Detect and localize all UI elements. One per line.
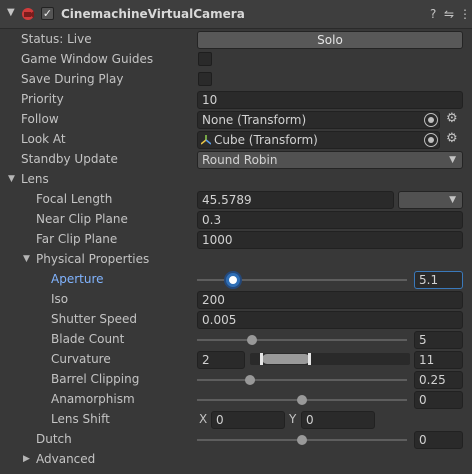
standby-update-value: Round Robin — [202, 153, 278, 167]
near-clip-plane-label: Near Clip Plane — [36, 212, 128, 226]
iso-label: Iso — [51, 292, 69, 306]
focal-length-field[interactable]: 45.5789 — [197, 191, 394, 209]
save-during-play-checkbox[interactable] — [198, 72, 212, 86]
follow-field[interactable]: None (Transform) — [197, 111, 440, 129]
solo-button[interactable]: Solo — [197, 31, 463, 49]
lens-shift-x-field[interactable]: 0 — [211, 411, 285, 429]
curvature-range-bar[interactable] — [262, 354, 310, 364]
iso-field[interactable]: 200 — [197, 291, 463, 309]
standby-update-label: Standby Update — [21, 152, 118, 166]
curvature-max-field[interactable]: 11 — [414, 351, 463, 369]
blade-count-label: Blade Count — [51, 332, 125, 346]
barrel-clipping-slider-track[interactable] — [197, 379, 407, 381]
shutter-speed-label: Shutter Speed — [51, 312, 137, 326]
priority-label: Priority — [21, 92, 64, 106]
anamorphism-label: Anamorphism — [51, 392, 135, 406]
aperture-label: Aperture — [51, 272, 104, 286]
look-at-value: Cube (Transform) — [214, 133, 318, 147]
lens-shift-y-label[interactable]: Y — [289, 411, 296, 427]
barrel-clipping-field[interactable]: 0.25 — [414, 371, 463, 389]
blade-count-field[interactable]: 5 — [414, 331, 463, 349]
lens-shift-label: Lens Shift — [51, 412, 110, 426]
dutch-label: Dutch — [36, 432, 72, 446]
help-icon[interactable]: ? — [430, 7, 436, 21]
anamorphism-field[interactable]: 0 — [414, 391, 463, 409]
aperture-field[interactable]: 5.1 — [414, 271, 463, 289]
gear-icon[interactable]: ⚙ — [446, 112, 458, 126]
chevron-down-icon: ▼ — [449, 155, 456, 165]
advanced-foldout-icon[interactable]: ▶ — [23, 451, 30, 467]
object-picker-icon[interactable] — [424, 133, 438, 147]
far-clip-plane-field[interactable]: 1000 — [197, 231, 463, 249]
object-picker-icon[interactable] — [424, 113, 438, 127]
shutter-speed-field[interactable]: 0.005 — [197, 311, 463, 329]
camera-component-icon — [22, 8, 34, 20]
preset-icon[interactable]: ⇋ — [444, 7, 454, 21]
physical-properties-label[interactable]: Physical Properties — [36, 251, 149, 267]
far-clip-plane-label: Far Clip Plane — [36, 232, 118, 246]
gear-icon[interactable]: ⚙ — [446, 132, 458, 146]
near-clip-plane-field[interactable]: 0.3 — [197, 211, 463, 229]
follow-label: Follow — [21, 112, 59, 126]
context-menu-icon[interactable]: ⋮ — [459, 7, 471, 21]
component-title: CinemachineVirtualCamera — [61, 7, 245, 21]
lens-shift-y-field[interactable]: 0 — [301, 411, 375, 429]
lens-label[interactable]: Lens — [21, 171, 49, 187]
barrel-clipping-label: Barrel Clipping — [51, 372, 140, 386]
look-at-label: Look At — [21, 132, 66, 146]
chevron-down-icon: ▼ — [449, 195, 456, 205]
focal-length-preset-dropdown[interactable]: ▼ — [398, 191, 463, 209]
priority-field[interactable]: 10 — [197, 91, 463, 109]
physical-properties-foldout-icon[interactable]: ▼ — [23, 251, 30, 267]
focal-length-label: Focal Length — [36, 192, 113, 206]
component-enabled-checkbox[interactable]: ✓ — [41, 7, 54, 20]
save-during-play-label: Save During Play — [21, 72, 124, 86]
aperture-slider-thumb[interactable] — [225, 273, 240, 287]
lens-foldout-icon[interactable]: ▼ — [8, 171, 15, 187]
advanced-label[interactable]: Advanced — [36, 451, 95, 467]
look-at-field[interactable]: Cube (Transform) — [197, 131, 440, 149]
blade-count-slider-thumb[interactable] — [246, 335, 257, 345]
dutch-field[interactable]: 0 — [414, 431, 463, 449]
transform-icon — [201, 135, 211, 145]
curvature-label: Curvature — [51, 352, 111, 366]
curvature-min-field[interactable]: 2 — [197, 351, 245, 369]
game-window-guides-checkbox[interactable] — [198, 52, 212, 66]
game-window-guides-label: Game Window Guides — [21, 52, 154, 66]
barrel-clipping-slider-thumb[interactable] — [244, 375, 255, 385]
curvature-max-handle[interactable] — [308, 353, 311, 365]
curvature-range-slider[interactable] — [250, 353, 410, 365]
standby-update-dropdown[interactable]: Round Robin ▼ — [197, 151, 463, 169]
component-header: ▼ ✓ CinemachineVirtualCamera ? ⇋ ⋮ — [0, 0, 472, 29]
lens-shift-x-label[interactable]: X — [199, 411, 207, 427]
curvature-min-handle[interactable] — [260, 353, 263, 365]
blade-count-slider-track[interactable] — [197, 339, 407, 341]
dutch-slider-thumb[interactable] — [297, 435, 307, 445]
anamorphism-slider-thumb[interactable] — [297, 395, 307, 405]
status-label: Status: Live — [21, 32, 92, 46]
component-foldout-icon[interactable]: ▼ — [7, 7, 15, 18]
